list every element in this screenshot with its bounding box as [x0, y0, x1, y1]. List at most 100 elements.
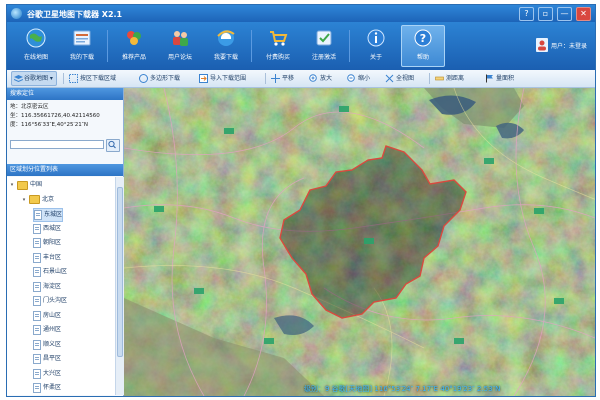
main-ribbon: 在线地图 我的下载 推荐产品 用户论坛 我要下载 付费购买 注册激活 关于 ? …: [7, 22, 595, 70]
document-icon: [33, 252, 41, 263]
purchase-button[interactable]: 付费购买: [257, 26, 299, 66]
tree-item[interactable]: 丰台区: [33, 252, 61, 264]
scrollbar-thumb[interactable]: [117, 187, 123, 357]
purchase-label: 付费购买: [265, 54, 290, 61]
tree-item-label: 房山区: [43, 311, 62, 319]
position-panel-title: 搜索定位: [7, 88, 123, 100]
map-source-label: 谷歌地图 ▾: [24, 75, 53, 82]
polygon-download-button[interactable]: 多边形下载: [139, 72, 180, 85]
zoom-in-button[interactable]: 放大: [309, 72, 332, 85]
tree-item[interactable]: 西城区: [33, 223, 61, 235]
tree-item[interactable]: ▾ 中国: [9, 179, 42, 191]
polygon-download-label: 多边形下载: [150, 75, 181, 82]
tree-item-label: 朝阳区: [43, 239, 62, 246]
tree-item-label: 北京: [42, 195, 55, 203]
ribbon-separator: [107, 30, 108, 62]
zoom-out-label: 缩小: [358, 75, 371, 82]
tree-item[interactable]: 东城区: [33, 208, 64, 222]
tree-item[interactable]: 昌平区: [33, 353, 61, 365]
restore-window-button[interactable]: ▫: [538, 7, 553, 21]
tree-item-label: 中国: [30, 181, 43, 188]
tree-item-label: 大兴区: [43, 369, 62, 377]
map-source-dropdown[interactable]: 谷歌地图 ▾: [11, 71, 57, 86]
tree-item[interactable]: 朝阳区: [33, 237, 61, 249]
help-button[interactable]: ? 帮助: [401, 25, 445, 67]
window-controls: ? ▫ — ✕: [519, 7, 591, 21]
tree-item[interactable]: 通州区: [33, 324, 61, 336]
app-title: 谷歌卫星地图下载器 X2.1: [27, 10, 123, 19]
document-icon: [33, 281, 41, 292]
pan-icon: [271, 74, 280, 83]
satellite-map-view[interactable]: 级别：9 谷歌[天地图] 116°53′24″ 7.17″E 40°19′23″…: [124, 88, 595, 396]
pan-button[interactable]: 平移: [271, 72, 294, 85]
folder-icon: [29, 195, 40, 204]
my-downloads-button[interactable]: 我的下载: [61, 26, 103, 66]
document-icon: [33, 238, 41, 248]
measure-area-label: 量面积: [496, 75, 515, 82]
region-tree: ▾ 中国 ▾ 北京 东城区 西城区 朝阳区 丰台区 石景山区 海淀区 门头沟区 房山区 通州区 顺义区 昌平…: [7, 177, 115, 395]
want-download-label: 我要下载: [213, 54, 238, 61]
position-info: 地：北京密云区 坐：116.35661726,40.42114560 度：116…: [10, 103, 120, 130]
toolbar-separator: [265, 73, 266, 84]
zoom-out-icon: [347, 74, 355, 82]
want-download-button[interactable]: 我要下载: [205, 26, 247, 66]
user-forum-button[interactable]: 用户论坛: [159, 26, 201, 66]
region-download-label: 按区下载区域: [80, 75, 117, 82]
ruler-icon: [435, 76, 444, 81]
download-list-icon: [73, 30, 91, 46]
recommended-products-label: 推荐产品: [121, 54, 146, 61]
tree-item[interactable]: 大兴区: [33, 368, 61, 380]
tree-item-label: 顺义区: [43, 340, 62, 348]
ribbon-separator: [349, 30, 350, 62]
help-icon: ?: [414, 29, 432, 47]
document-icon: [33, 296, 41, 306]
location-search-input[interactable]: [10, 140, 104, 149]
measure-area-button[interactable]: 量面积: [485, 72, 514, 85]
recommended-products-button[interactable]: 推荐产品: [113, 26, 155, 66]
full-view-label: 全视图: [396, 75, 415, 82]
position-place-line: 地：北京密云区: [10, 104, 49, 110]
location-search-button[interactable]: [106, 139, 120, 152]
forum-icon: [173, 31, 188, 46]
tree-item[interactable]: 石景山区: [33, 266, 67, 278]
app-window: 谷歌卫星地图下载器 X2.1 ? ▫ — ✕ 在线地图 我的下载 推荐产品 用户…: [6, 4, 596, 397]
help-window-button[interactable]: ?: [519, 7, 534, 21]
register-activate-label: 注册激活: [311, 54, 336, 61]
zoom-out-button[interactable]: 缩小: [347, 72, 370, 85]
online-map-button[interactable]: 在线地图: [15, 26, 57, 66]
expand-toggle-icon[interactable]: ▾: [21, 194, 27, 206]
import-range-button[interactable]: 导入下载范围: [199, 72, 246, 85]
tree-item-label: 昌平区: [43, 355, 62, 362]
measure-distance-label: 测距离: [446, 75, 465, 82]
tree-item[interactable]: ▾ 北京: [21, 194, 54, 206]
zoom-in-icon: [309, 74, 317, 82]
region-download-button[interactable]: 按区下载区域: [69, 72, 116, 85]
about-label: 关于: [369, 54, 382, 61]
minimize-window-button[interactable]: —: [557, 7, 572, 21]
close-window-button[interactable]: ✕: [576, 7, 591, 21]
tree-item[interactable]: 怀柔区: [33, 382, 61, 394]
about-button[interactable]: 关于: [355, 26, 397, 66]
satellite-map-image: [124, 88, 595, 396]
tree-item-label: 怀柔区: [43, 384, 62, 391]
user-status-text: 用户：未登录: [550, 42, 587, 50]
user-status[interactable]: 用户：未登录: [535, 38, 587, 52]
import-icon: [199, 74, 208, 83]
document-icon: [33, 354, 41, 364]
flag-icon: [486, 74, 493, 83]
full-view-button[interactable]: 全视图: [385, 72, 414, 85]
tree-item[interactable]: 顺义区: [33, 339, 61, 351]
tree-item[interactable]: 房山区: [33, 310, 61, 322]
tree-item-label: 石景山区: [43, 268, 68, 275]
tree-item[interactable]: 海淀区: [33, 281, 61, 293]
expand-toggle-icon[interactable]: ▾: [9, 179, 15, 191]
tree-item-label: 门头沟区: [43, 297, 68, 304]
document-icon: [33, 339, 41, 350]
measure-distance-button[interactable]: 测距离: [435, 72, 464, 85]
document-icon: [33, 368, 41, 379]
document-icon: [34, 210, 42, 220]
tree-item[interactable]: 门头沟区: [33, 295, 67, 307]
register-activate-button[interactable]: 注册激活: [303, 26, 345, 66]
region-tree-scrollbar[interactable]: [115, 177, 124, 395]
search-icon: [108, 140, 116, 149]
